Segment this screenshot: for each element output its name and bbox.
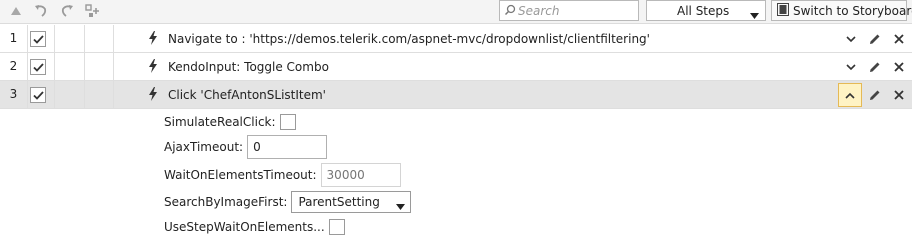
undo-icon[interactable]: [31, 2, 51, 20]
expand-step-button[interactable]: [842, 30, 860, 48]
delete-step-button[interactable]: [890, 30, 908, 48]
storyboard-icon: [777, 2, 789, 19]
property-search-by-image-first: SearchByImageFirst: ParentSetting: [164, 190, 412, 214]
pencil-icon: [870, 62, 880, 72]
step-enabled-checkbox[interactable]: [30, 87, 46, 103]
column-divider: [27, 81, 28, 109]
column-divider: [84, 81, 85, 109]
column-divider: [54, 25, 55, 53]
expand-step-button[interactable]: [842, 58, 860, 76]
checkmark-icon: [32, 90, 44, 100]
column-divider: [113, 81, 114, 109]
property-label: AjaxTimeout:: [164, 140, 244, 154]
simulate-real-click-checkbox[interactable]: [279, 114, 296, 130]
use-step-wait-on-elements-checkbox[interactable]: [328, 219, 345, 235]
search-field[interactable]: [499, 0, 639, 21]
delete-step-button[interactable]: [890, 86, 908, 104]
move-up-icon[interactable]: [6, 2, 26, 20]
step-enabled-checkbox[interactable]: [30, 59, 46, 75]
pencil-icon: [870, 90, 880, 100]
search-input[interactable]: [518, 2, 636, 19]
property-use-step-wait-on-elements: UseStepWaitOnElements...: [164, 215, 345, 239]
step-description: KendoInput: Toggle Combo: [168, 60, 329, 74]
switch-to-storyboard-label: Switch to Storyboard: [793, 3, 912, 18]
property-label: SearchByImageFirst:: [164, 195, 288, 209]
step-enabled-checkbox[interactable]: [30, 31, 46, 47]
wait-on-elements-timeout-input[interactable]: [320, 163, 401, 187]
chevron-up-icon: [845, 92, 855, 99]
toolbar: All Steps Switch to Storyboard: [0, 0, 912, 24]
step-number: 1: [9, 31, 18, 45]
lightning-icon: [148, 87, 160, 103]
edit-step-button[interactable]: [866, 30, 884, 48]
column-divider: [113, 53, 114, 81]
step-description: Click 'ChefAntonSListItem': [168, 88, 326, 102]
edit-step-button[interactable]: [866, 58, 884, 76]
property-label: WaitOnElementsTimeout:: [164, 168, 317, 182]
step-settings-icon[interactable]: [83, 2, 103, 20]
lightning-icon: [148, 31, 160, 47]
column-divider: [84, 53, 85, 81]
ajax-timeout-input[interactable]: [247, 135, 328, 159]
search-icon: [504, 4, 516, 19]
search-by-image-first-dropdown[interactable]: ParentSetting: [291, 191, 412, 213]
column-divider: [54, 81, 55, 109]
collapse-step-button[interactable]: [838, 83, 862, 107]
step-row[interactable]: 2 KendoInput: Toggle Combo: [0, 53, 912, 81]
chevron-down-icon: [846, 63, 856, 70]
close-icon: [894, 34, 904, 44]
edit-step-button[interactable]: [866, 86, 884, 104]
property-label: SimulateRealClick:: [164, 115, 276, 129]
property-simulate-real-click: SimulateRealClick:: [164, 110, 296, 134]
steps-filter-dropdown[interactable]: All Steps: [646, 0, 766, 21]
step-row[interactable]: 3 Click 'ChefAntonSListItem': [0, 81, 912, 109]
pencil-icon: [870, 34, 880, 44]
column-divider: [84, 25, 85, 53]
steps-filter-value: All Steps: [677, 4, 730, 18]
dropdown-value: ParentSetting: [298, 195, 380, 209]
checkmark-icon: [32, 62, 44, 72]
column-divider: [113, 25, 114, 53]
step-number: 3: [9, 87, 18, 101]
chevron-down-icon: [846, 35, 856, 42]
checkmark-icon: [32, 34, 44, 44]
close-icon: [894, 90, 904, 100]
redo-icon[interactable]: [57, 2, 77, 20]
chevron-down-icon: [396, 199, 406, 213]
column-divider: [54, 53, 55, 81]
chevron-down-icon: [750, 8, 759, 22]
switch-to-storyboard-button[interactable]: Switch to Storyboard: [771, 0, 912, 21]
property-wait-on-elements-timeout: WaitOnElementsTimeout:: [164, 163, 401, 187]
lightning-icon: [148, 59, 160, 75]
step-number: 2: [9, 59, 18, 73]
property-ajax-timeout: AjaxTimeout:: [164, 135, 328, 159]
column-divider: [27, 25, 28, 53]
property-label: UseStepWaitOnElements...: [164, 220, 325, 234]
step-row[interactable]: 1 Navigate to : 'https://demos.telerik.c…: [0, 25, 912, 53]
close-icon: [894, 62, 904, 72]
column-divider: [27, 53, 28, 81]
step-description: Navigate to : 'https://demos.telerik.com…: [168, 32, 650, 46]
delete-step-button[interactable]: [890, 58, 908, 76]
